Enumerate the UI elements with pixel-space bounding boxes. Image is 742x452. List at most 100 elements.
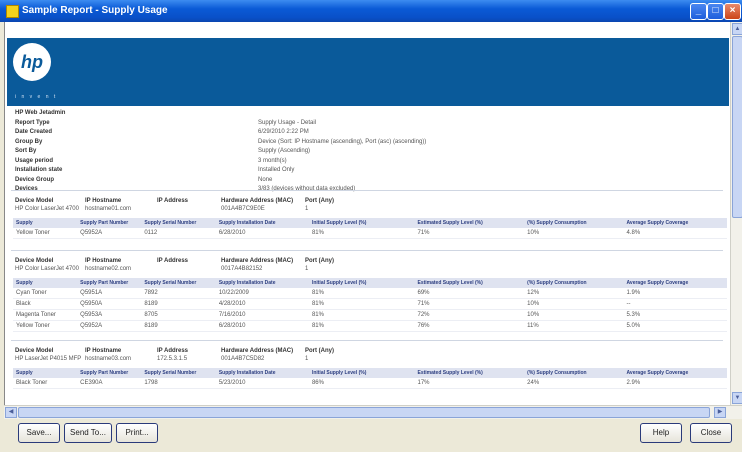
close-window-button[interactable]: × xyxy=(724,3,741,20)
section-divider xyxy=(11,190,723,191)
scroll-left-button[interactable]: ◀ xyxy=(5,407,17,418)
column-header: Supply Installation Date xyxy=(215,218,309,228)
save-button[interactable]: Save... xyxy=(18,423,60,443)
table-cell: 71% xyxy=(414,228,525,239)
supply-table: Supply Supply Part Number Supply Serial Nu… xyxy=(13,278,727,332)
column-header: Supply Serial Number xyxy=(141,218,216,228)
table-cell: 10/22/2009 xyxy=(215,288,309,299)
table-cell: 8705 xyxy=(141,309,216,321)
table-cell: 12% xyxy=(524,288,624,299)
column-header: (%) Supply Consumption xyxy=(524,278,624,288)
table-cell: 1.9% xyxy=(623,288,727,299)
hp-banner: hp i n v e n t xyxy=(7,38,729,106)
table-cell: 76% xyxy=(414,320,525,332)
table-cell: 72% xyxy=(414,309,525,321)
minimize-button[interactable]: _ xyxy=(690,3,707,20)
maximize-button[interactable]: □ xyxy=(707,3,724,20)
table-cell: CE390A xyxy=(77,378,142,389)
table-cell: 10% xyxy=(524,309,624,321)
table-cell: 7892 xyxy=(141,288,216,299)
column-header: Supply Part Number xyxy=(77,218,142,228)
metadata-label: Group By xyxy=(15,138,43,145)
table-cell: 81% xyxy=(308,288,415,299)
table-cell: 5.3% xyxy=(623,309,727,321)
column-header: Estimated Supply Level (%) xyxy=(414,278,525,288)
metadata-label: Report Type xyxy=(15,119,50,126)
table-cell: 5.0% xyxy=(623,320,727,332)
column-header: Estimated Supply Level (%) xyxy=(414,218,525,228)
column-header: Supply Installation Date xyxy=(215,368,309,378)
report-content: hp i n v e n t HP Web Jetadmin Report Typ… xyxy=(4,22,731,405)
metadata-row: Date Created 6/29/2010 2:22 PM xyxy=(15,129,715,139)
table-row: Black Q5950A 8189 4/28/2010 81% 71% 10% -- xyxy=(13,298,727,310)
metadata-value: Supply Usage - Detail xyxy=(258,119,317,126)
device-header-label: Port (Any) xyxy=(305,348,334,354)
column-header: (%) Supply Consumption xyxy=(524,218,624,228)
column-header: Average Supply Coverage xyxy=(623,368,727,378)
device-header-label: Device Model xyxy=(15,348,54,354)
table-cell: 1798 xyxy=(141,378,216,389)
device-header-label: Device Model xyxy=(15,198,54,204)
send-to-button[interactable]: Send To... xyxy=(64,423,112,443)
scroll-down-button[interactable]: ▼ xyxy=(732,392,742,404)
column-header: Supply Part Number xyxy=(77,278,142,288)
device-header-label: Device Model xyxy=(15,258,54,264)
device-header-label: IP Address xyxy=(157,258,189,264)
supply-header-row: Supply Supply Part Number Supply Serial Nu… xyxy=(13,368,727,378)
window-icon xyxy=(6,5,19,18)
table-cell: 11% xyxy=(524,320,624,332)
report-heading: HP Web Jetadmin xyxy=(15,110,66,116)
table-cell: Cyan Toner xyxy=(13,288,78,299)
column-header: Supply xyxy=(13,278,78,288)
table-cell: 81% xyxy=(308,298,415,310)
scroll-right-button[interactable]: ▶ xyxy=(714,407,726,418)
metadata-row: Sort By Supply (Ascending) xyxy=(15,148,715,158)
scroll-up-button[interactable]: ▲ xyxy=(732,23,742,35)
horizontal-scrollbar[interactable]: ◀ ▶ xyxy=(4,405,742,419)
table-cell: 0112 xyxy=(141,228,216,239)
device-header-label: IP Address xyxy=(157,348,189,354)
device-header-label: IP Hostname xyxy=(85,348,122,354)
vertical-scroll-thumb[interactable] xyxy=(732,36,742,218)
column-header: Initial Supply Level (%) xyxy=(308,278,415,288)
logo-tagline: i n v e n t xyxy=(15,94,58,100)
title-bar[interactable]: Sample Report - Supply Usage _ □ × xyxy=(0,0,742,22)
report-window: Sample Report - Supply Usage _ □ × hp i … xyxy=(0,0,742,452)
help-button[interactable]: Help xyxy=(640,423,682,443)
device-port: 1 xyxy=(305,206,309,212)
section-divider xyxy=(11,340,723,341)
metadata-value: 3/83 (devices without data excluded) xyxy=(258,186,356,192)
table-cell: Q5950A xyxy=(77,298,142,310)
device-header-label: Port (Any) xyxy=(305,198,334,204)
device-port: 1 xyxy=(305,266,309,272)
table-cell: 6/28/2010 xyxy=(215,228,309,239)
column-header: Average Supply Coverage xyxy=(623,278,727,288)
metadata-label: Sort By xyxy=(15,148,37,154)
table-cell: 4/28/2010 xyxy=(215,298,309,310)
table-cell: 8189 xyxy=(141,320,216,332)
device-header: Device Model HP Color LaserJet 4700 IP Hos… xyxy=(15,198,721,216)
table-cell: 5/23/2010 xyxy=(215,378,309,389)
supply-table: Supply Supply Part Number Supply Serial Nu… xyxy=(13,368,727,389)
metadata-value: Installed Only xyxy=(258,167,295,173)
device-header-label: Hardware Address (MAC) xyxy=(221,258,294,264)
horizontal-scroll-thumb[interactable] xyxy=(18,407,710,418)
hp-logo: hp xyxy=(13,43,51,81)
device-model: HP Color LaserJet 4700 xyxy=(15,206,79,212)
print-button[interactable]: Print... xyxy=(116,423,158,443)
table-cell: 2.9% xyxy=(623,378,727,389)
window-title: Sample Report - Supply Usage xyxy=(22,5,168,16)
column-header: Supply xyxy=(13,368,78,378)
metadata-row: Group By Device (Sort: IP Hostname (ascen… xyxy=(15,139,715,149)
metadata-row: Device Group None xyxy=(15,177,715,187)
table-row: Black Toner CE390A 1798 5/23/2010 86% 17% 24% 2… xyxy=(13,378,727,389)
table-cell: 81% xyxy=(308,309,415,321)
device-port: 1 xyxy=(305,356,309,362)
device-header-label: IP Hostname xyxy=(85,198,122,204)
close-button[interactable]: Close xyxy=(690,423,732,443)
vertical-scrollbar[interactable]: ▲ ▼ xyxy=(730,22,742,405)
column-header: Supply Serial Number xyxy=(141,278,216,288)
metadata-label: Installation state xyxy=(15,167,63,173)
table-row: Magenta Toner Q5953A 8705 7/16/2010 81% 72% 10… xyxy=(13,309,727,321)
column-header: Supply xyxy=(13,218,78,228)
